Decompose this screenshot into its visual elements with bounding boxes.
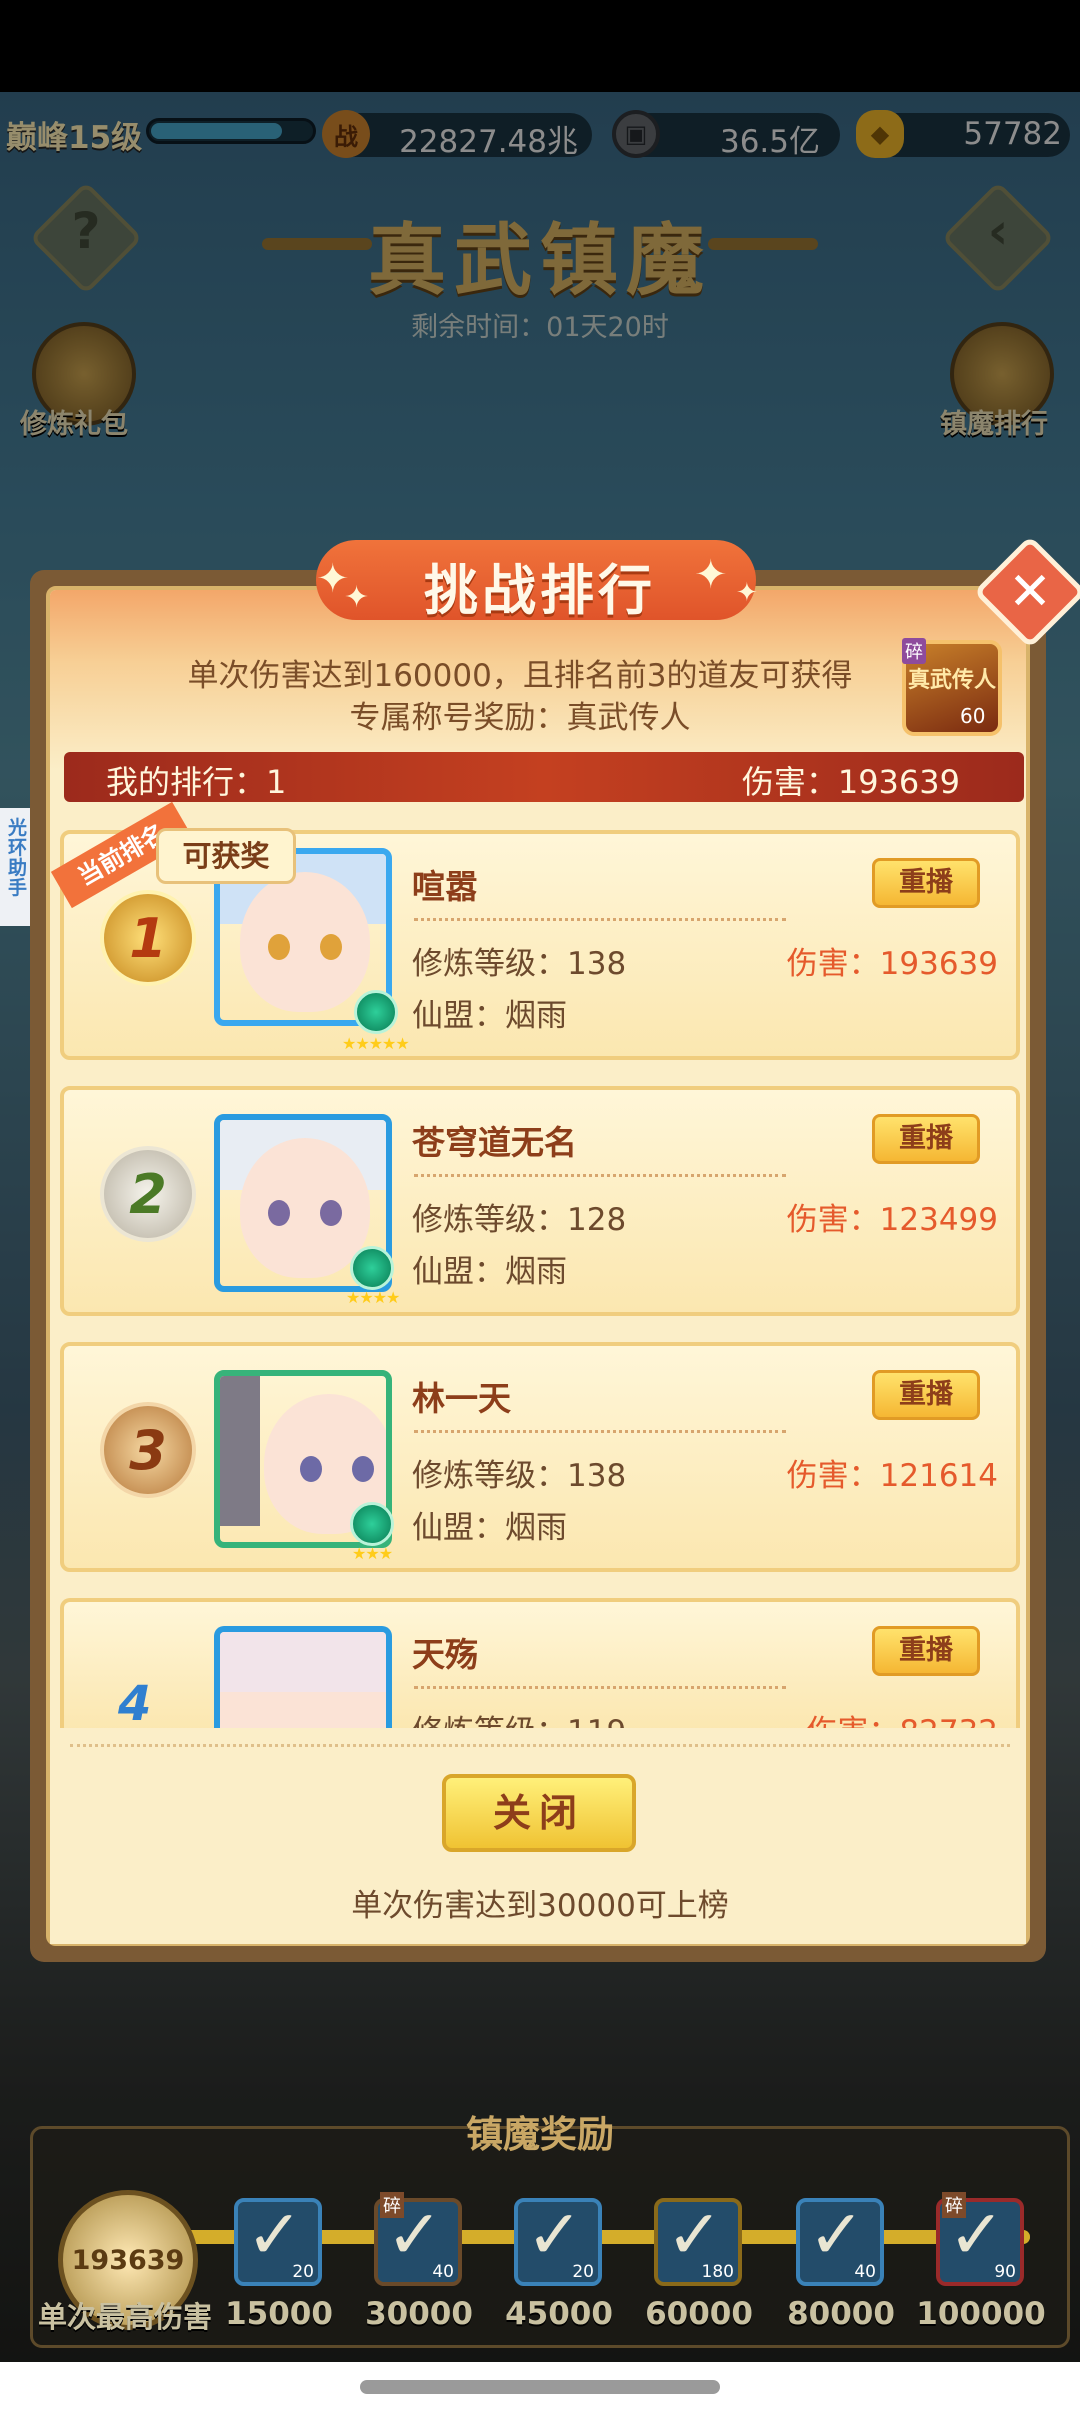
star-rating: ★★★★★ — [342, 1034, 410, 1053]
replay-button[interactable]: 重播 — [872, 1626, 980, 1676]
player-name: 喧嚣 — [412, 867, 478, 906]
reward-threshold: 15000 — [225, 2296, 333, 2332]
reward-chest[interactable]: ✓ 20 — [234, 2196, 322, 2286]
rank-medal-silver: 2 — [100, 1146, 196, 1242]
status-bar — [0, 0, 1080, 92]
fragment-tag: 碎 — [380, 2192, 404, 2218]
replay-button[interactable]: 重播 — [872, 858, 980, 908]
player-name: 林一天 — [412, 1379, 511, 1418]
fragment-tag: 碎 — [902, 638, 926, 664]
divider — [414, 1174, 786, 1177]
reward-chest[interactable]: ✓ 20 — [514, 2196, 602, 2286]
cultivation-level: 修炼等级：128 — [412, 1202, 627, 1238]
replay-button[interactable]: 重播 — [872, 1114, 980, 1164]
reward-count: 20 — [292, 2262, 314, 2282]
alliance: 仙盟：烟雨 — [412, 998, 567, 1034]
cultivation-level: 修炼等级：138 — [412, 946, 627, 982]
star-rating: ★★★ — [352, 1544, 393, 1563]
reward-condition: 单次伤害达到160000，且排名前3的道友可获得 — [187, 658, 853, 694]
star-rating: ★★★★ — [346, 1288, 400, 1307]
rewardable-tag: 可获奖 — [156, 828, 296, 884]
reward-count: 20 — [572, 2262, 594, 2282]
list-threshold-note: 单次伤害达到30000可上榜 — [351, 1888, 729, 1924]
reward-count: 40 — [432, 2262, 454, 2282]
reward-chest[interactable]: ✓ 40 — [796, 2196, 884, 2286]
cultivation-level: 修炼等级：119 — [412, 1706, 626, 1730]
reward-threshold: 80000 — [787, 2296, 895, 2332]
realm-gem-icon — [354, 990, 398, 1034]
reward-title-line: 专属称号奖励：真武传人 — [349, 700, 691, 736]
divider — [414, 1686, 786, 1689]
avatar[interactable] — [214, 1626, 392, 1730]
player-name: 苍穹道无名 — [412, 1123, 577, 1162]
close-icon: ✕ — [1008, 562, 1052, 622]
my-rank: 我的排行：1 — [106, 763, 287, 801]
divider — [414, 918, 786, 921]
replay-button[interactable]: 重播 — [872, 1370, 980, 1420]
damage-value: 伤害：123499 — [786, 1202, 998, 1238]
demon-reward-title: 镇魔奖励 — [466, 2113, 614, 2156]
rank-number: 4 — [118, 1676, 152, 1732]
reward-count: 180 — [701, 2262, 734, 2282]
cultivation-level: 修炼等级：138 — [412, 1458, 627, 1494]
reward-chest[interactable]: ✓ 180 — [654, 2196, 742, 2286]
damage-value: 伤害：121614 — [786, 1458, 998, 1494]
dialog-title: 挑战排行 — [424, 559, 656, 622]
close-button[interactable]: 关闭 — [442, 1774, 636, 1852]
title-badge-label: 真武传人 — [907, 668, 996, 693]
rank-medal-gold: 1 — [100, 890, 196, 986]
realm-gem-icon — [350, 1246, 394, 1290]
reward-threshold: 30000 — [365, 2296, 473, 2332]
damage-value: 伤害：193639 — [786, 946, 998, 982]
home-indicator[interactable] — [360, 2380, 720, 2394]
best-damage-label: 单次最高伤害 — [38, 2300, 213, 2334]
reward-threshold: 60000 — [645, 2296, 753, 2332]
alliance: 仙盟：烟雨 — [412, 1510, 567, 1546]
reward-threshold: 100000 — [916, 2296, 1046, 2332]
alliance: 仙盟：烟雨 — [412, 1254, 567, 1290]
rank-medal-bronze: 3 — [100, 1402, 196, 1498]
title-badge-count: 60 — [960, 704, 986, 728]
reward-threshold: 45000 — [505, 2296, 613, 2332]
system-nav-bar — [0, 2362, 1080, 2412]
my-damage: 伤害：193639 — [741, 763, 960, 801]
player-name: 天殇 — [412, 1635, 478, 1674]
realm-gem-icon — [350, 1502, 394, 1546]
reward-count: 40 — [854, 2262, 876, 2282]
reward-count: 90 — [994, 2262, 1016, 2282]
damage-value: 伤害：82732 — [700, 1706, 998, 1730]
divider — [414, 1430, 786, 1433]
footer-divider — [70, 1744, 1010, 1747]
fragment-tag: 碎 — [942, 2192, 966, 2218]
